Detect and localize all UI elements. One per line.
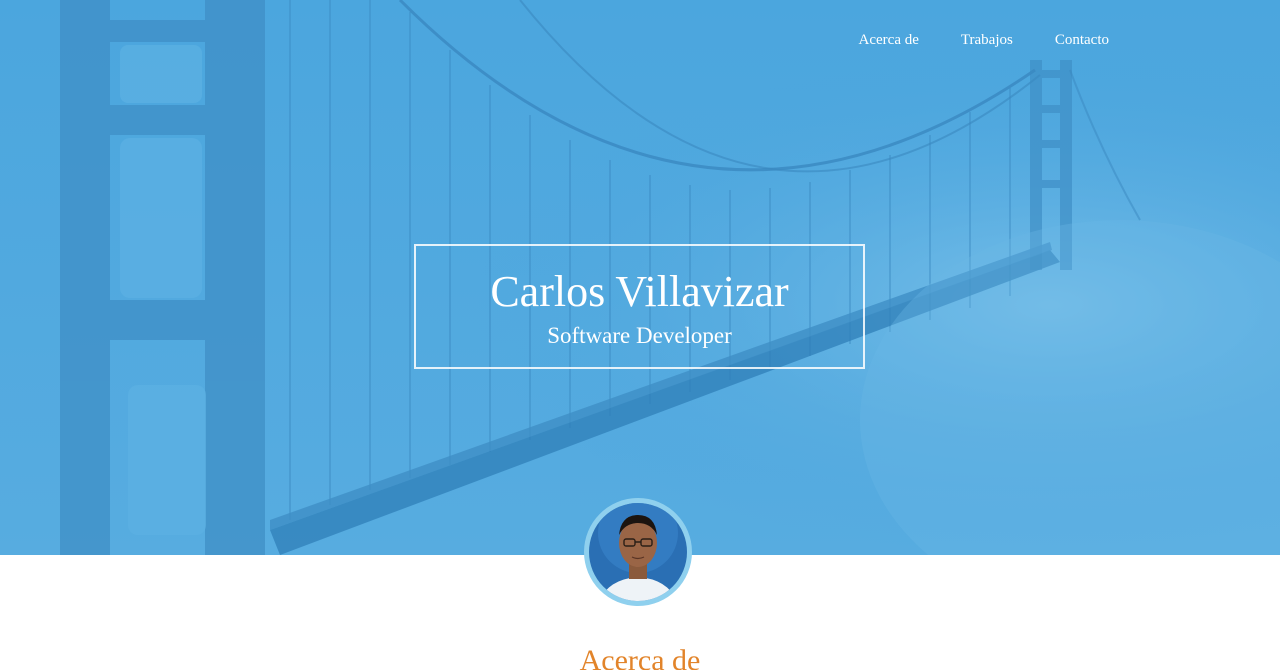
about-section-heading: Acerca de [579,644,701,670]
hero-name: Carlos Villavizar [490,267,789,316]
hero-section: Acerca de Trabajos Contacto Carlos Villa… [0,0,1280,555]
profile-photo-image [589,503,687,601]
hero-role: Software Developer [547,323,732,348]
nav-link-contact[interactable]: Contacto [1034,28,1130,53]
nav-link-works[interactable]: Trabajos [940,28,1034,53]
avatar [584,498,692,606]
top-navigation: Acerca de Trabajos Contacto [838,28,1130,53]
nav-link-about[interactable]: Acerca de [838,28,940,53]
hero-title-box: Carlos Villavizar Software Developer [414,244,865,369]
